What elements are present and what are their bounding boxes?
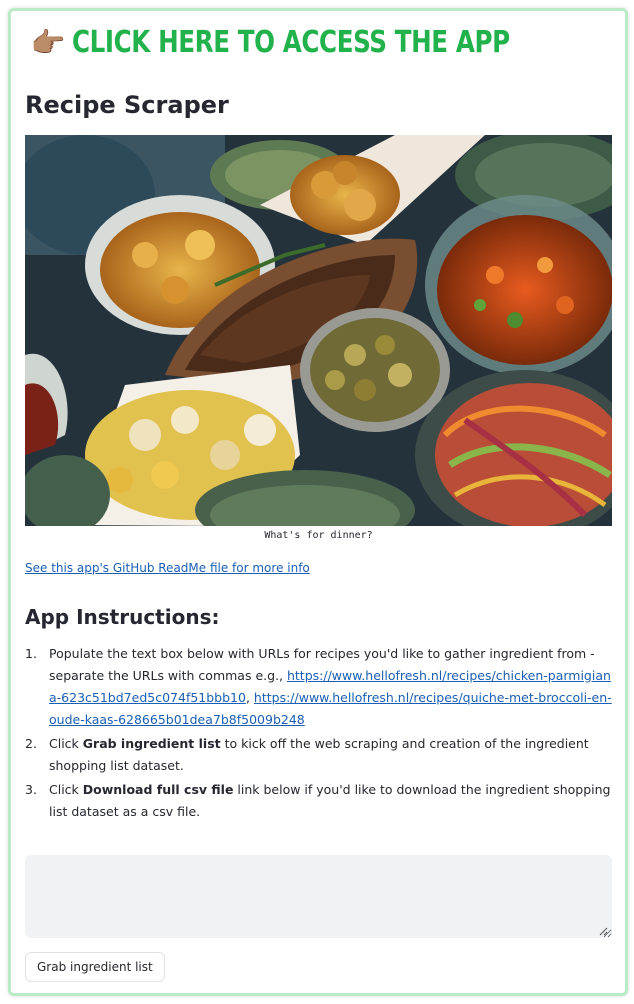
instruction-step-1: 1. Populate the text box below with URLs… bbox=[25, 643, 615, 731]
step-text-bold: Grab ingredient list bbox=[82, 736, 221, 751]
page-title: Recipe Scraper bbox=[25, 91, 229, 119]
instruction-step-3: 3. Click Download full csv file link bel… bbox=[25, 779, 615, 823]
grab-ingredient-list-button[interactable]: Grab ingredient list bbox=[25, 952, 165, 982]
recipe-urls-input[interactable] bbox=[25, 855, 612, 938]
instructions-list: 1. Populate the text box below with URLs… bbox=[25, 643, 615, 825]
image-caption: What's for dinner? bbox=[264, 530, 373, 541]
instructions-heading: App Instructions: bbox=[25, 605, 220, 629]
step-number: 3. bbox=[25, 782, 37, 797]
step-number: 1. bbox=[25, 646, 37, 661]
access-app-link[interactable]: CLICK HERE TO ACCESS THE APP bbox=[72, 25, 510, 60]
hero-food-image bbox=[25, 135, 612, 526]
step-number: 2. bbox=[25, 736, 37, 751]
step-text-pre: Click bbox=[49, 736, 83, 751]
step-text-pre: Click bbox=[49, 782, 83, 797]
app-frame: 👉🏽 CLICK HERE TO ACCESS THE APP Recipe Sc… bbox=[8, 8, 628, 996]
food-table-illustration bbox=[25, 135, 612, 526]
url-separator: , bbox=[245, 690, 254, 705]
pointing-hand-icon: 👉🏽 bbox=[30, 26, 66, 59]
resize-grip-icon[interactable] bbox=[598, 926, 608, 936]
github-readme-link[interactable]: See this app's GitHub ReadMe file for mo… bbox=[25, 561, 310, 575]
step-text-bold: Download full csv file bbox=[82, 782, 234, 797]
access-app-banner[interactable]: 👉🏽 CLICK HERE TO ACCESS THE APP bbox=[11, 25, 625, 65]
instruction-step-2: 2. Click Grab ingredient list to kick of… bbox=[25, 733, 615, 777]
